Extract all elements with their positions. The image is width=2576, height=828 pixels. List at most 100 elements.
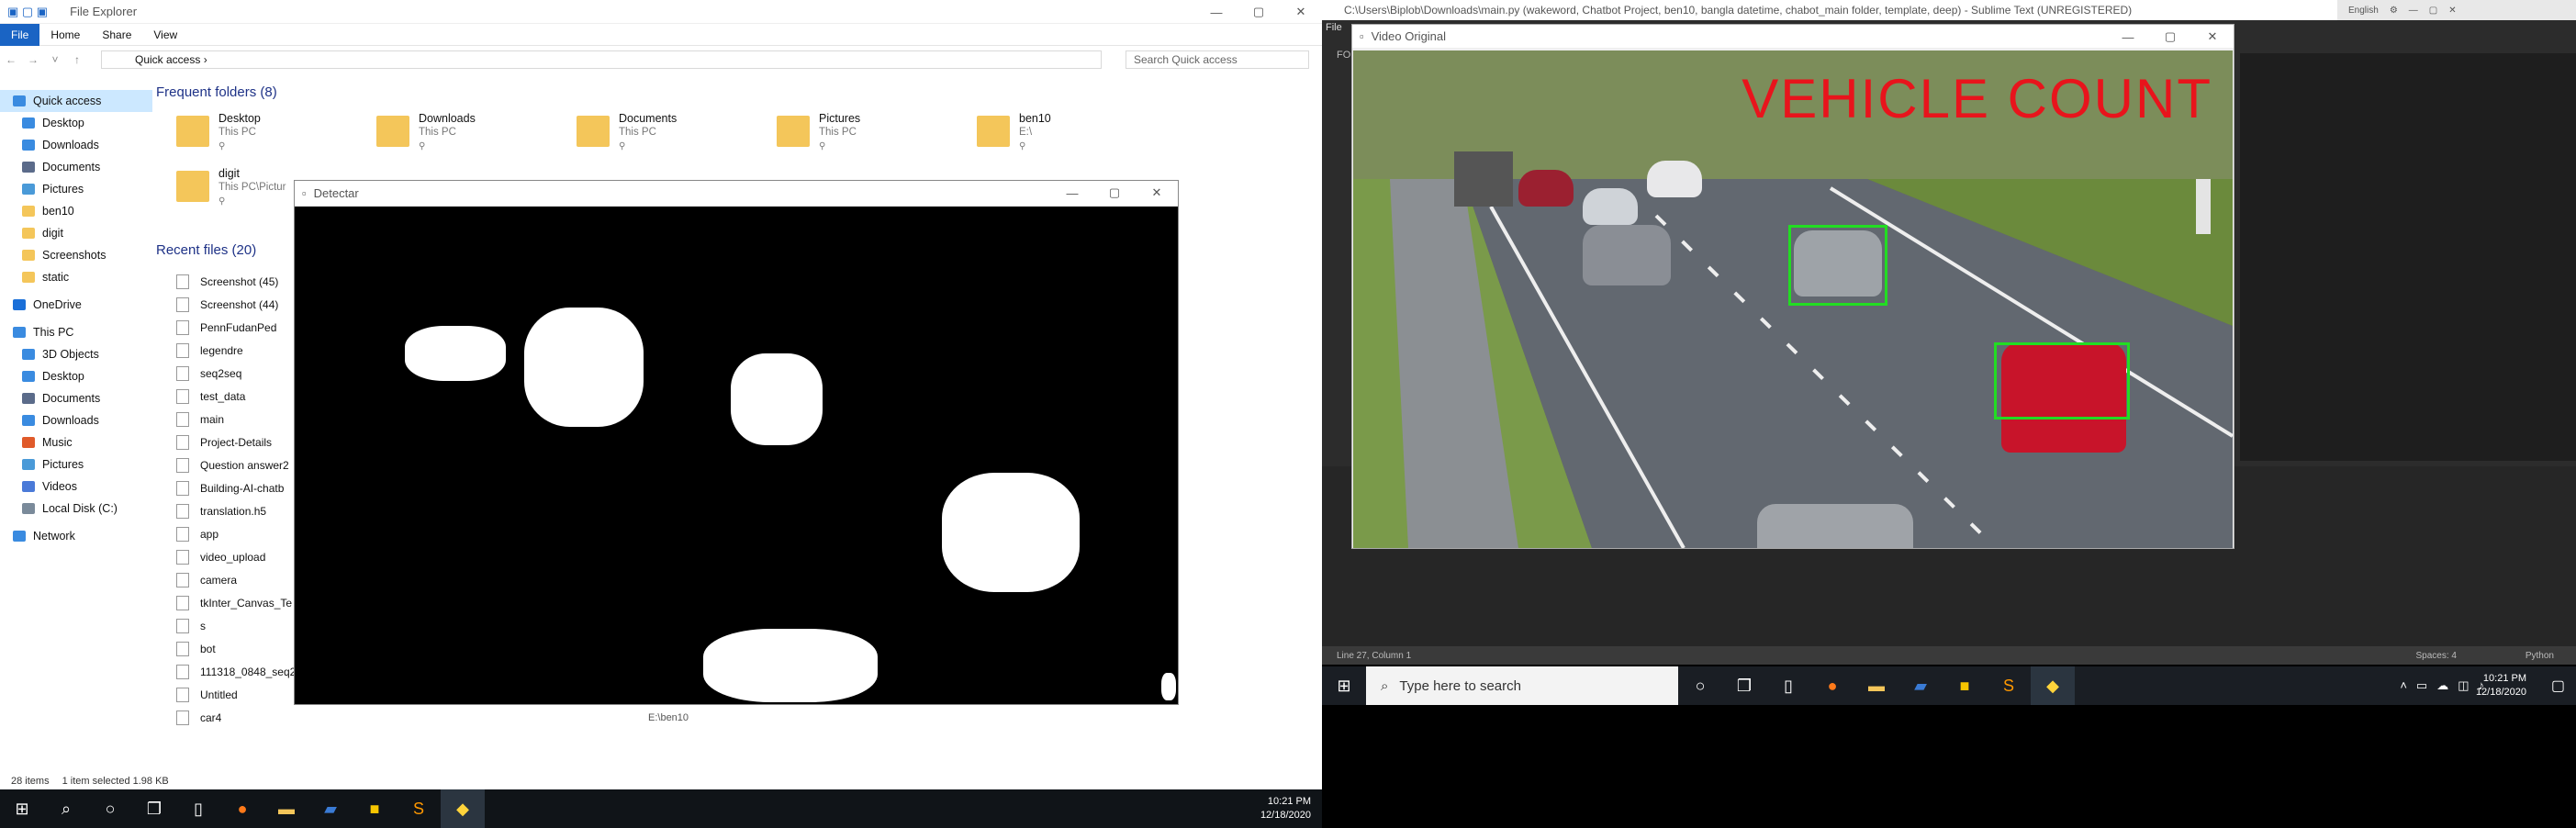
nav-item[interactable]: OneDrive — [0, 294, 152, 316]
minimize-button[interactable]: — — [2409, 6, 2418, 16]
recent-file[interactable]: 111318_0848_seq2 — [176, 660, 296, 683]
nav-item[interactable]: Downloads — [0, 134, 152, 156]
forward-icon[interactable]: → — [22, 53, 44, 66]
recent-file[interactable]: car4 — [176, 706, 221, 729]
task-view-icon[interactable]: ❐ — [1722, 666, 1766, 705]
recent-file[interactable]: camera — [176, 568, 237, 591]
sublime-icon[interactable]: S — [397, 789, 441, 828]
nav-item[interactable]: ben10 — [0, 200, 152, 222]
close-button[interactable]: ✕ — [1136, 181, 1178, 205]
address-bar[interactable]: Quick access › — [101, 50, 1102, 69]
nav-item[interactable]: Local Disk (C:) — [0, 498, 152, 520]
recent-file[interactable]: Question answer2 — [176, 453, 289, 476]
task-view-icon[interactable]: ❐ — [132, 789, 176, 828]
frequent-folder[interactable]: Pictures This PC ⚲ — [777, 110, 951, 162]
folder-icon[interactable]: ▬ — [1854, 666, 1898, 705]
nav-item[interactable]: Screenshots — [0, 244, 152, 266]
recent-file[interactable]: Untitled — [176, 683, 238, 706]
battery-icon[interactable]: ▭ — [2416, 678, 2427, 693]
nav-item[interactable]: Desktop — [0, 112, 152, 134]
nav-item[interactable]: Quick access — [0, 90, 152, 112]
recent-file[interactable]: bot — [176, 637, 216, 660]
notification-icon[interactable]: ▢ — [2551, 677, 2565, 695]
recent-file[interactable]: Project-Details — [176, 431, 272, 453]
network-icon[interactable]: ◫ — [2458, 678, 2469, 693]
clock[interactable]: 10:21 PM 12/18/2020 — [1260, 795, 1311, 822]
close-button[interactable]: ✕ — [1280, 0, 1322, 24]
recent-file[interactable]: video_upload — [176, 545, 265, 568]
start-icon[interactable]: ⊞ — [1322, 666, 1366, 705]
minimize-button[interactable]: — — [1051, 181, 1093, 205]
frequent-folders-header[interactable]: Frequent folders (8) — [156, 84, 277, 100]
back-icon[interactable]: ← — [0, 53, 22, 66]
search-input[interactable]: Search Quick access — [1126, 50, 1309, 69]
clock[interactable]: 10:21 PM 12/18/2020 — [2476, 672, 2526, 699]
nav-item[interactable]: static — [0, 266, 152, 288]
tab-home[interactable]: Home — [39, 24, 91, 46]
tab-share[interactable]: Share — [91, 24, 142, 46]
indent-setting[interactable]: Spaces: 4 — [2416, 651, 2457, 661]
nav-item[interactable]: Documents — [0, 387, 152, 409]
python-icon[interactable]: ◆ — [441, 789, 485, 828]
chevron-up-icon[interactable]: ˄ — [2400, 678, 2407, 693]
frequent-folder[interactable]: ben10 E:\ ⚲ — [977, 110, 1151, 162]
maximize-button[interactable]: ▢ — [2149, 25, 2191, 49]
app-icon[interactable]: ▰ — [308, 789, 353, 828]
nav-item[interactable]: Music — [0, 431, 152, 453]
start-icon[interactable]: ⊞ — [0, 789, 44, 828]
maximize-button[interactable]: ▢ — [1238, 0, 1280, 24]
recent-file[interactable]: tkInter_Canvas_Te — [176, 591, 292, 614]
nav-item[interactable]: Videos — [0, 476, 152, 498]
nav-item[interactable]: Pictures — [0, 453, 152, 476]
nav-item[interactable]: Documents — [0, 156, 152, 178]
file-icon[interactable]: ▯ — [176, 789, 220, 828]
up-icon[interactable]: ↑ — [66, 53, 88, 66]
nav-item[interactable]: Pictures — [0, 178, 152, 200]
sticky-notes-icon[interactable]: ■ — [1943, 666, 1987, 705]
recent-file[interactable]: test_data — [176, 385, 245, 408]
recent-file[interactable]: PennFudanPed — [176, 316, 276, 339]
tab-view[interactable]: View — [142, 24, 188, 46]
maximize-button[interactable]: ▢ — [2429, 6, 2437, 16]
folder-icon[interactable]: ▬ — [264, 789, 308, 828]
sublime-icon[interactable]: S — [1987, 666, 2031, 705]
cursor-position[interactable]: Line 27, Column 1 — [1337, 651, 1411, 661]
nav-item[interactable]: Network — [0, 525, 152, 547]
recent-locations-icon[interactable]: ˅ — [44, 53, 66, 66]
frequent-folder[interactable]: Documents This PC ⚲ — [577, 110, 751, 162]
python-icon[interactable]: ◆ — [2031, 666, 2075, 705]
maximize-button[interactable]: ▢ — [1093, 181, 1136, 205]
nav-item[interactable]: This PC — [0, 321, 152, 343]
minimize-button[interactable]: — — [2107, 25, 2149, 49]
close-button[interactable]: ✕ — [2191, 25, 2234, 49]
recent-file[interactable]: legendre — [176, 339, 243, 362]
sticky-notes-icon[interactable]: ■ — [353, 789, 397, 828]
minimize-button[interactable]: — — [1195, 0, 1238, 24]
tab-file[interactable]: File — [0, 23, 40, 46]
taskbar-search-box[interactable]: ⌕ Type here to search — [1366, 666, 1678, 705]
file-icon[interactable]: ▯ — [1766, 666, 1810, 705]
close-button[interactable]: ✕ — [2448, 6, 2456, 16]
app-icon[interactable]: ▰ — [1898, 666, 1943, 705]
firefox-icon[interactable]: ● — [1810, 666, 1854, 705]
nav-item[interactable]: digit — [0, 222, 152, 244]
nav-item[interactable]: Downloads — [0, 409, 152, 431]
recent-file[interactable]: translation.h5 — [176, 499, 266, 522]
cortana-icon[interactable]: ○ — [88, 789, 132, 828]
recent-files-header[interactable]: Recent files (20) — [156, 242, 256, 258]
nav-item[interactable]: Desktop — [0, 365, 152, 387]
nav-item[interactable]: 3D Objects — [0, 343, 152, 365]
recent-file[interactable]: app — [176, 522, 218, 545]
frequent-folder[interactable]: Downloads This PC ⚲ — [376, 110, 551, 162]
recent-file[interactable]: Screenshot (45) — [176, 270, 278, 293]
minimap[interactable] — [2240, 53, 2576, 461]
search-icon[interactable]: ⌕ — [44, 789, 88, 828]
syntax-setting[interactable]: Python — [2526, 651, 2554, 661]
cloud-icon[interactable]: ☁ — [2436, 678, 2448, 693]
lang-indicator[interactable]: English — [2348, 6, 2379, 16]
menu-file[interactable]: File — [1326, 22, 1342, 33]
recent-file[interactable]: main — [176, 408, 224, 431]
firefox-icon[interactable]: ● — [220, 789, 264, 828]
gear-icon[interactable]: ⚙ — [2390, 6, 2398, 16]
cortana-icon[interactable]: ○ — [1678, 666, 1722, 705]
